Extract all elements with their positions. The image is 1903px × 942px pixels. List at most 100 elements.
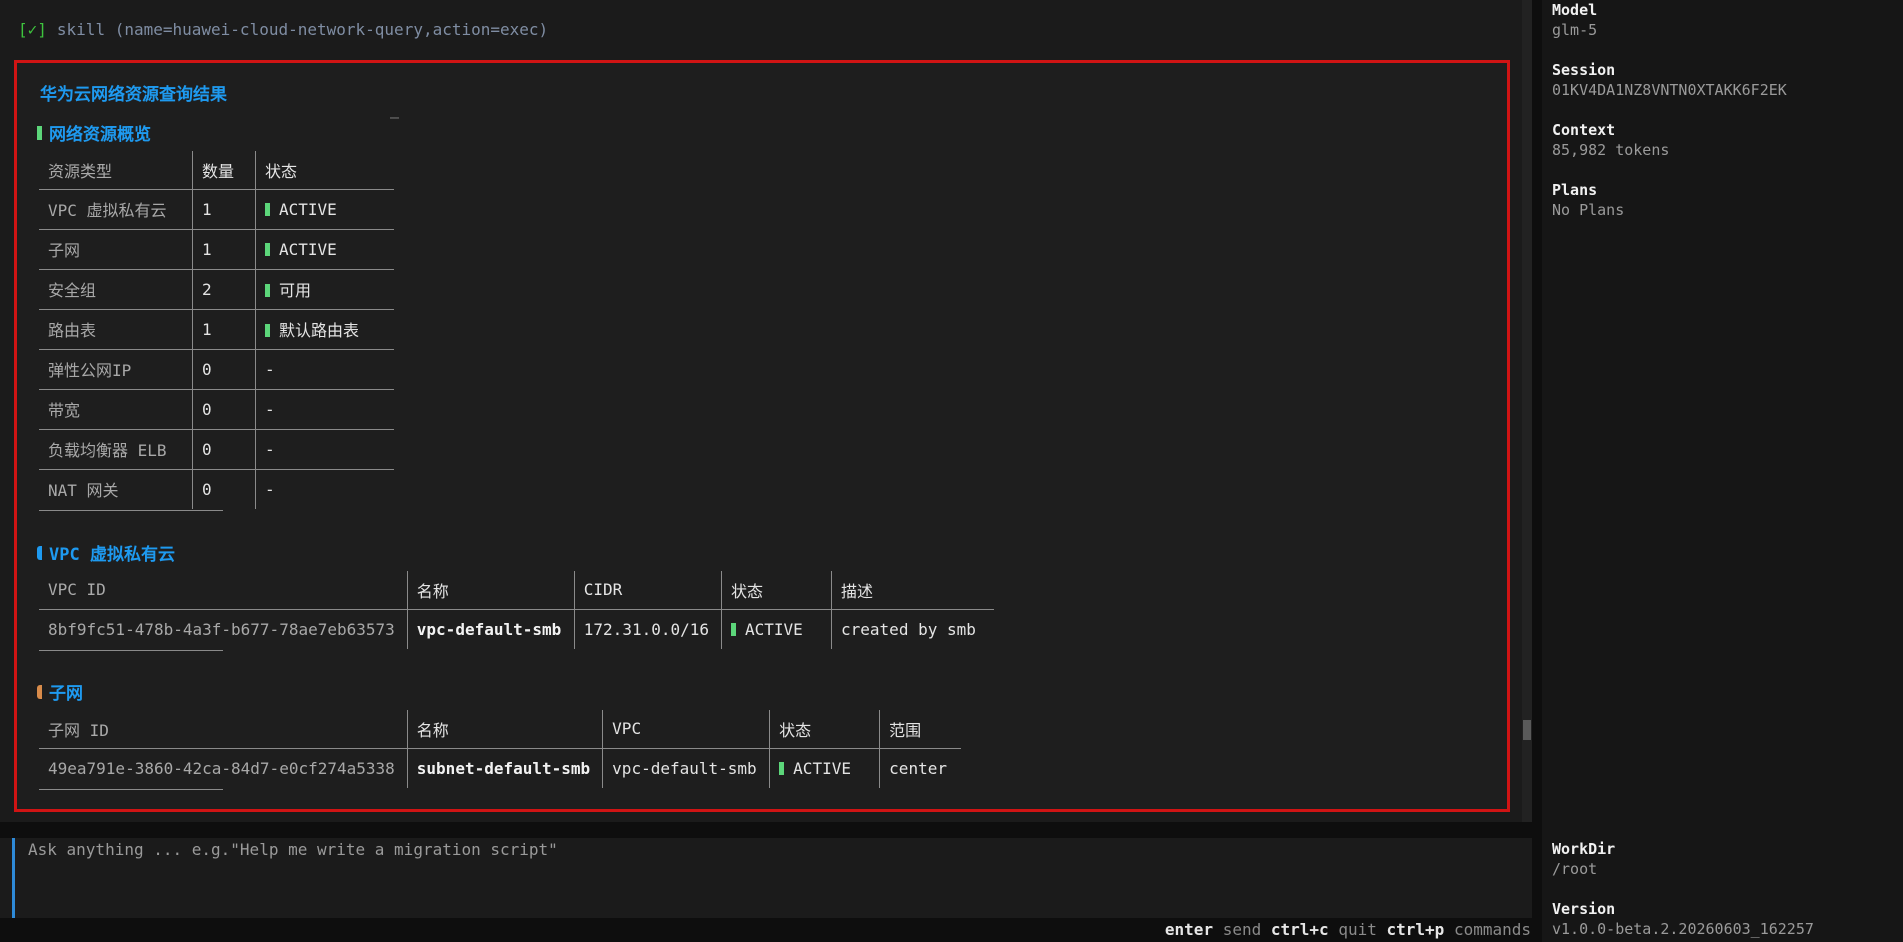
table-row: 弹性公网IP 0 - [39, 348, 394, 389]
header-cidr: CIDR [573, 571, 722, 609]
hint-key-enter: enter [1164, 920, 1214, 939]
table-row: 49ea791e-3860-42ca-84d7-e0cf274a5338 sub… [39, 747, 962, 788]
vpc-title-text: VPC 虚拟私有云 [49, 545, 175, 565]
header-status: 状态 [769, 710, 880, 748]
header-subnet-id: 子网 ID [48, 720, 109, 740]
cell-count: 0 [192, 428, 256, 469]
cell-type: 子网 [39, 228, 193, 269]
vpc-header-row: VPC ID 名称 CIDR 状态 描述 [39, 571, 995, 609]
cell-count: 1 [192, 308, 256, 349]
cell-status: ACTIVE [769, 747, 880, 788]
vpc-table: VPC ID 名称 CIDR 状态 描述 8bf9fc51-478b-4a3f-… [39, 571, 995, 649]
header-vpc-id: VPC ID [48, 580, 106, 600]
cell-desc: created by smb [831, 608, 995, 649]
cell-type: 安全组 [39, 268, 193, 309]
cell-name: subnet-default-smb [406, 747, 603, 788]
overview-header-row: 资源类型 数量 状态 [39, 151, 394, 189]
vpc-table-underline [39, 650, 223, 651]
input-focus-bar [12, 838, 15, 918]
network-icon [37, 684, 42, 699]
sidebar-model: Model glm-5 [1552, 1, 1598, 39]
table-row: 8bf9fc51-478b-4a3f-b677-78ae7eb63573 vpc… [39, 608, 995, 649]
table-row: VPC 虚拟私有云 1 ACTIVE [39, 188, 394, 229]
table-row: 带宽 0 - [39, 388, 394, 429]
cell-count: 0 [192, 388, 256, 429]
hint-label-send: send [1222, 920, 1262, 939]
check-icon: [✓] [18, 20, 47, 39]
table-row: 安全组 2 可用 [39, 268, 394, 309]
table-row: 子网 1 ACTIVE [39, 228, 394, 269]
cell-status: 可用 [255, 268, 394, 309]
cloud-icon [37, 545, 42, 560]
cell-status: ACTIVE [255, 228, 394, 269]
status-dot-icon [731, 622, 737, 636]
status-dot-icon [265, 324, 270, 337]
chart-bar-icon [37, 125, 42, 140]
cell-type: 弹性公网IP [39, 348, 193, 389]
status-dot-icon [265, 242, 270, 256]
hint-key-ctrl-c: ctrl+c [1270, 920, 1329, 939]
subnet-section-title: 子网 [37, 679, 83, 704]
sidebar-session: Session 01KV4DA1NZ8VNTN0XTAKK6F2EK [1552, 61, 1787, 99]
table-row: 路由表 1 默认路由表 [39, 308, 394, 349]
cell-status: ACTIVE [255, 188, 394, 229]
cell-subnet-id: 49ea791e-3860-42ca-84d7-e0cf274a5338 [39, 747, 408, 788]
cell-type: VPC 虚拟私有云 [39, 188, 193, 229]
cell-count: 1 [192, 188, 256, 229]
cell-count: 1 [192, 228, 256, 269]
sidebar-context: Context 85,982 tokens [1552, 121, 1670, 159]
cell-scope: center [879, 747, 962, 788]
cell-status: - [255, 388, 394, 429]
header-count: 数量 [192, 151, 256, 189]
header-status: 状态 [255, 151, 394, 189]
sidebar-workdir: WorkDir /root [1552, 840, 1616, 878]
chat-panel: [✓] skill (name=huawei-cloud-network-quer… [0, 0, 1532, 822]
header-name: 名称 [406, 571, 575, 609]
cell-type: 带宽 [39, 388, 193, 429]
overview-table: 资源类型 数量 状态 VPC 虚拟私有云 1 ACTIVE 子网 1 ACTIV… [39, 151, 394, 509]
status-dot-icon [265, 284, 270, 297]
table-row: NAT 网关 0 - [39, 468, 394, 509]
collapse-icon[interactable]: — [390, 108, 399, 126]
subnet-header-row: 子网 ID 名称 VPC 状态 范围 [39, 710, 962, 748]
result-title: 华为云网络资源查询结果 [40, 85, 227, 105]
status-dot-icon [779, 761, 785, 775]
hint-label-quit: quit [1338, 920, 1377, 939]
sidebar-plans: Plans No Plans [1552, 181, 1625, 219]
keyboard-hints: enter send ctrl+c quit ctrl+p commands [1165, 920, 1531, 939]
cell-type: 负载均衡器 ELB [39, 428, 193, 469]
cell-status: ACTIVE [721, 608, 832, 649]
overview-table-underline [39, 510, 223, 511]
prompt-input-area[interactable]: Ask anything ... e.g."Help me write a mi… [0, 838, 1532, 918]
cell-name: vpc-default-smb [406, 608, 575, 649]
status-dot-icon [265, 202, 270, 216]
cell-count: 0 [192, 348, 256, 389]
header-resource-type: 资源类型 [48, 161, 113, 181]
skill-call-text: skill (name=huawei-cloud-network-query,a… [56, 20, 549, 39]
cell-count: 2 [192, 268, 256, 309]
header-vpc: VPC [602, 710, 770, 748]
overview-section-title: 网络资源概览 [37, 120, 151, 145]
vpc-section-title: VPC 虚拟私有云 [37, 540, 175, 565]
subnet-title-text: 子网 [49, 684, 83, 704]
sidebar-version: Version v1.0.0-beta.2.20260603_162257 [1552, 900, 1814, 938]
hint-key-ctrl-p: ctrl+p [1386, 920, 1445, 939]
scrollbar-thumb[interactable] [1523, 720, 1531, 740]
subnet-table-underline [39, 789, 223, 790]
overview-title-text: 网络资源概览 [49, 125, 151, 145]
info-sidebar: Model glm-5 Session 01KV4DA1NZ8VNTN0XTAK… [1542, 0, 1903, 942]
cell-status: - [255, 348, 394, 389]
skill-call-line: [✓] skill (name=huawei-cloud-network-quer… [18, 20, 548, 39]
cell-cidr: 172.31.0.0/16 [573, 608, 722, 649]
header-scope: 范围 [879, 710, 962, 748]
prompt-input[interactable]: Ask anything ... e.g."Help me write a mi… [28, 840, 558, 859]
header-status: 状态 [721, 571, 832, 609]
cell-vpc-id: 8bf9fc51-478b-4a3f-b677-78ae7eb63573 [39, 608, 408, 649]
cell-type: NAT 网关 [39, 468, 193, 509]
scrollbar-track[interactable] [1522, 0, 1532, 822]
query-result-box: 华为云网络资源查询结果 网络资源概览 — 资源类型 数量 状态 VPC 虚拟私有… [14, 60, 1510, 812]
header-name: 名称 [406, 710, 603, 748]
cell-type: 路由表 [39, 308, 193, 349]
header-desc: 描述 [831, 571, 995, 609]
cell-count: 0 [192, 468, 256, 509]
